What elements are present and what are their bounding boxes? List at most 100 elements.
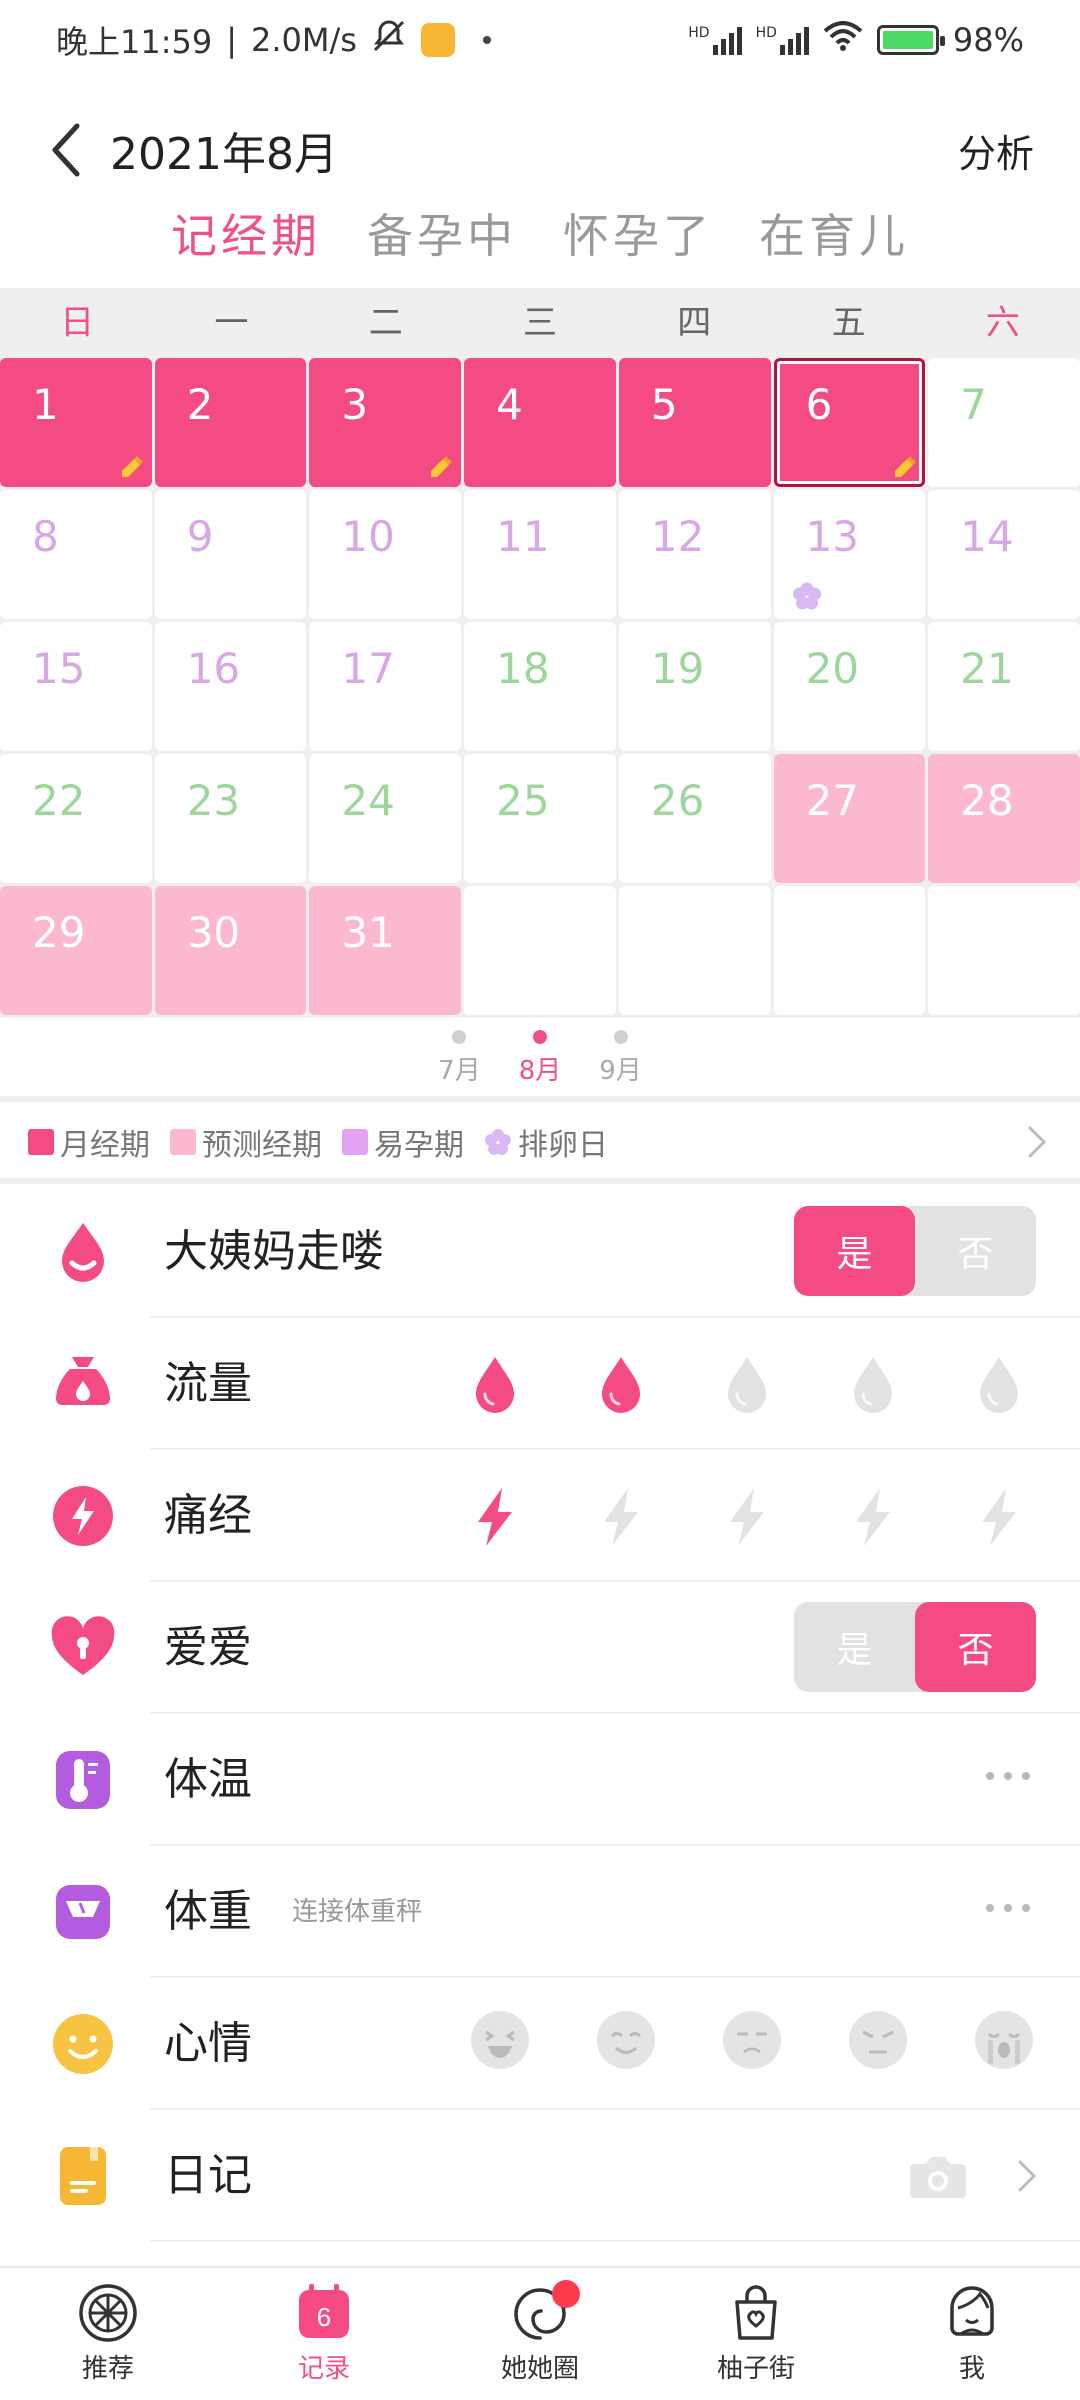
calendar-day[interactable]: 19 xyxy=(618,622,771,751)
calendar-day[interactable]: 15 xyxy=(0,622,152,751)
love-toggle[interactable]: 是 否 xyxy=(794,1602,1036,1692)
more-icon[interactable] xyxy=(986,1904,1030,1912)
toggle-no[interactable]: 否 xyxy=(915,1206,1036,1296)
lightning-level-icon[interactable] xyxy=(596,1486,646,1548)
drop-level-icon[interactable] xyxy=(470,1354,520,1416)
month-current[interactable]: 8月 xyxy=(519,1030,561,1090)
lightning-level-icon[interactable] xyxy=(848,1486,898,1548)
calendar-day[interactable]: 2 xyxy=(154,358,307,487)
calendar-day[interactable]: 26 xyxy=(618,754,771,883)
day-number: 21 xyxy=(960,644,1014,693)
calendar-day[interactable]: 3 xyxy=(309,358,462,487)
row-label: 体重 xyxy=(164,1886,252,1937)
nav-recommend[interactable]: 推荐 xyxy=(0,2268,216,2400)
day-number: 22 xyxy=(32,776,86,825)
row-diary[interactable]: 日记 xyxy=(0,2110,1080,2242)
calendar-day[interactable]: 11 xyxy=(464,490,616,619)
calendar-day[interactable]: 7 xyxy=(928,358,1080,487)
lightning-level-icon[interactable] xyxy=(470,1486,520,1548)
calendar-legend[interactable]: 月经期 预测经期 易孕期 排卵日 xyxy=(0,1104,1080,1180)
lightning-level-icon[interactable] xyxy=(974,1486,1024,1548)
toggle-yes[interactable]: 是 xyxy=(794,1602,915,1692)
calendar-day[interactable]: 5 xyxy=(618,358,771,487)
calendar-day[interactable]: 24 xyxy=(309,754,462,883)
chevron-left-icon xyxy=(52,123,80,177)
calendar-day[interactable]: 6 xyxy=(773,358,926,487)
diary-actions xyxy=(908,2152,1040,2200)
smiling-face-icon[interactable] xyxy=(596,2010,656,2070)
calendar-day[interactable]: 21 xyxy=(928,622,1080,751)
drop-level-icon[interactable] xyxy=(722,1354,772,1416)
calendar-day[interactable]: 28 xyxy=(928,754,1080,883)
drop-level-icon[interactable] xyxy=(848,1354,898,1416)
calendar-day[interactable]: 8 xyxy=(0,490,152,619)
row-cramps: 痛经 xyxy=(0,1450,1080,1582)
drop-level-icon[interactable] xyxy=(596,1354,646,1416)
nav-record[interactable]: 6 记录 xyxy=(216,2268,432,2400)
calendar-day[interactable]: 13 xyxy=(773,490,926,619)
calendar-day[interactable]: 23 xyxy=(154,754,307,883)
status-time: 晚上11:59 xyxy=(56,23,213,61)
calendar-day[interactable]: 16 xyxy=(154,622,307,751)
nav-shop[interactable]: 柚子街 xyxy=(648,2268,864,2400)
nav-label: 我 xyxy=(958,2354,985,2384)
day-number: 2 xyxy=(186,380,214,429)
tab-parenting[interactable]: 在育儿 xyxy=(759,200,909,266)
day-number: 12 xyxy=(650,512,705,561)
lightning-circle-icon xyxy=(53,1486,113,1546)
calendar-day[interactable]: 1 xyxy=(0,358,152,487)
calendar-day[interactable]: 18 xyxy=(464,622,616,751)
month-next[interactable]: 9月 xyxy=(599,1030,642,1090)
calendar-day[interactable]: 14 xyxy=(928,490,1080,619)
calendar-day[interactable]: 30 xyxy=(154,886,307,1015)
calendar-day[interactable]: 10 xyxy=(309,490,462,619)
row-weight[interactable]: 体重 连接体重秤 xyxy=(0,1846,1080,1978)
row-mood: 心情 xyxy=(0,1978,1080,2110)
connect-scale-hint[interactable]: 连接体重秤 xyxy=(292,1846,422,1978)
calendar-day[interactable]: 9 xyxy=(154,490,307,619)
legend-swatch xyxy=(170,1129,196,1155)
chevron-right-icon[interactable] xyxy=(1014,2156,1040,2196)
calendar-day[interactable]: 25 xyxy=(464,754,616,883)
tab-pregnant[interactable]: 怀孕了 xyxy=(563,200,713,266)
more-icon[interactable] xyxy=(986,1772,1030,1780)
calendar-day[interactable]: 12 xyxy=(618,490,771,619)
crying-face-icon[interactable] xyxy=(974,2010,1034,2070)
annoyed-face-icon[interactable] xyxy=(722,2010,782,2070)
tab-trying-to-conceive[interactable]: 备孕中 xyxy=(367,200,517,266)
page-title[interactable]: 2021年8月 xyxy=(110,118,338,182)
mode-tabs: 记经期 备孕中 怀孕了 在育儿 xyxy=(0,188,1080,278)
nav-community[interactable]: 她她圈 xyxy=(432,2268,648,2400)
notification-dot xyxy=(552,2280,580,2308)
calendar-day[interactable]: 17 xyxy=(309,622,462,751)
month-prev[interactable]: 7月 xyxy=(438,1030,481,1090)
laughing-face-icon[interactable] xyxy=(470,2010,530,2070)
calendar-day[interactable]: 4 xyxy=(464,358,616,487)
row-temperature[interactable]: 体温 xyxy=(0,1714,1080,1846)
toggle-no[interactable]: 否 xyxy=(915,1602,1036,1692)
calendar-day[interactable]: 29 xyxy=(0,886,152,1015)
analysis-button[interactable]: 分析 xyxy=(958,123,1034,178)
month-switcher: 7月 8月 9月 xyxy=(0,1030,1080,1090)
flow-level-selector xyxy=(470,1354,1024,1416)
calendar-day[interactable]: 31 xyxy=(309,886,462,1015)
nav-me[interactable]: 我 xyxy=(864,2268,1080,2400)
calendar-day[interactable]: 27 xyxy=(773,754,926,883)
weekday-sun: 日 xyxy=(60,303,95,343)
calendar-day[interactable]: 20 xyxy=(773,622,926,751)
day-number: 25 xyxy=(496,776,550,825)
tab-record-period[interactable]: 记经期 xyxy=(171,200,321,266)
legend-predicted: 预测经期 xyxy=(170,1120,322,1164)
row-love: 爱爱 是 否 xyxy=(0,1582,1080,1714)
toggle-yes[interactable]: 是 xyxy=(794,1206,915,1296)
period-end-toggle[interactable]: 是 否 xyxy=(794,1206,1036,1296)
lightning-level-icon[interactable] xyxy=(722,1486,772,1548)
chevron-right-icon[interactable] xyxy=(1022,1122,1052,1162)
back-button[interactable] xyxy=(46,120,86,180)
calendar-day[interactable]: 22 xyxy=(0,754,152,883)
camera-icon[interactable] xyxy=(908,2152,968,2200)
angry-face-icon[interactable] xyxy=(848,2010,908,2070)
day-number: 3 xyxy=(341,380,369,429)
drop-level-icon[interactable] xyxy=(974,1354,1024,1416)
day-number: 6 xyxy=(805,380,833,429)
